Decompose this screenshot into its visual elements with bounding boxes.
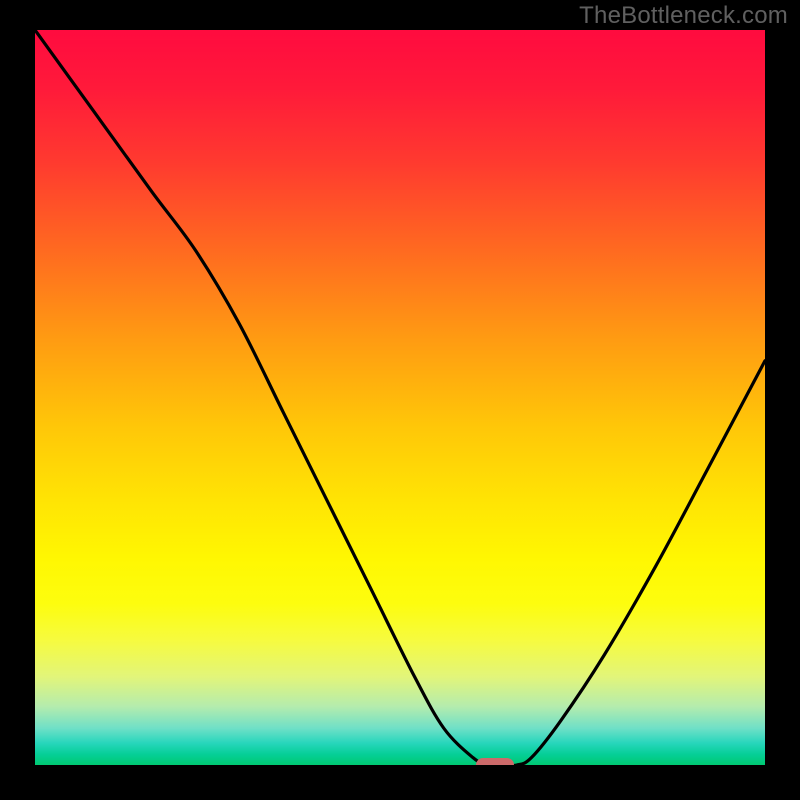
curve-path xyxy=(35,30,765,765)
bottleneck-curve xyxy=(35,30,765,765)
watermark-text: TheBottleneck.com xyxy=(579,2,788,30)
optimal-point-marker xyxy=(476,758,514,765)
plot-area xyxy=(35,30,765,765)
chart-frame: TheBottleneck.com xyxy=(0,0,800,800)
